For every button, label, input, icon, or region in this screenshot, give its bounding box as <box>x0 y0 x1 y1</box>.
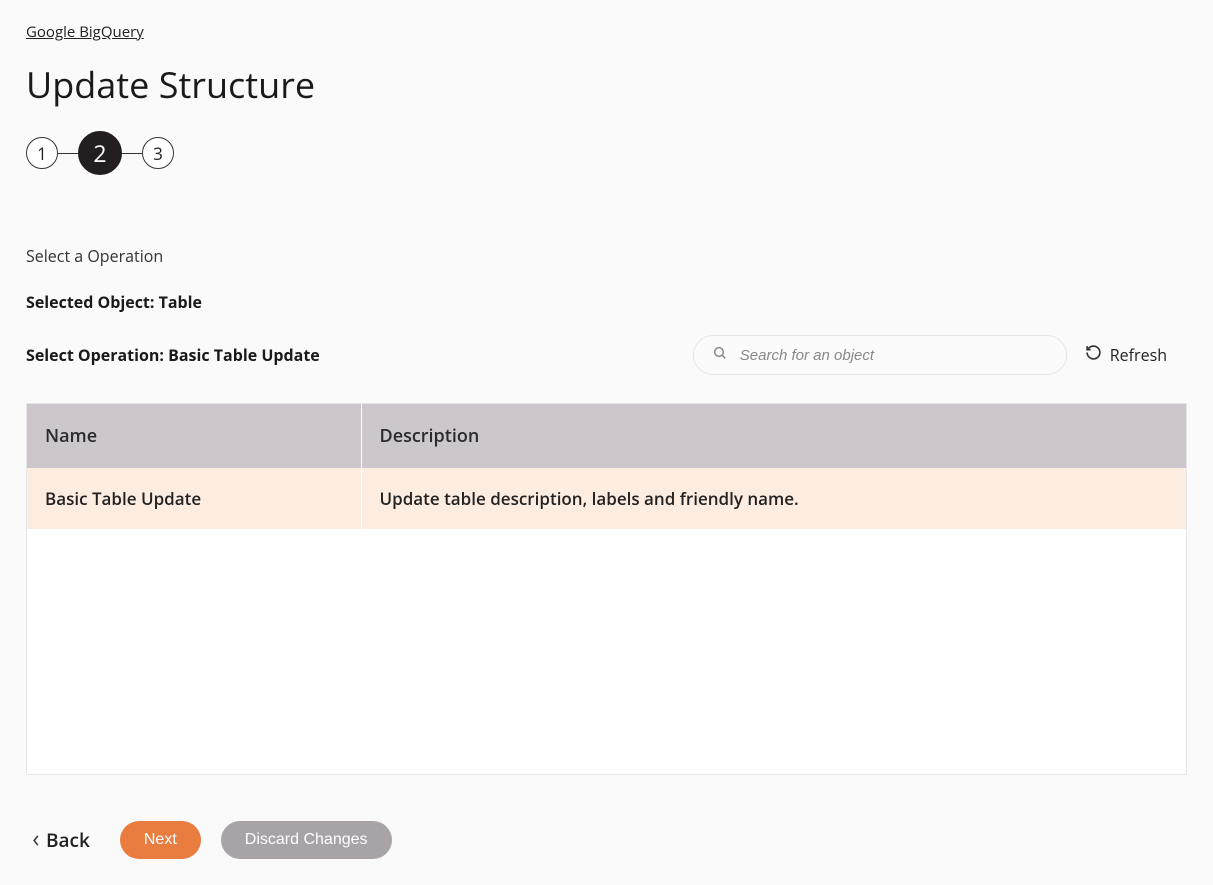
cell-name: Basic Table Update <box>27 468 361 530</box>
step-connector <box>58 153 78 154</box>
search-input[interactable] <box>740 347 1048 364</box>
page-title: Update Structure <box>26 60 1187 109</box>
chevron-left-icon <box>32 827 40 853</box>
back-label: Back <box>46 827 90 853</box>
step-1[interactable]: 1 <box>26 137 58 169</box>
breadcrumb-link[interactable]: Google BigQuery <box>26 22 144 42</box>
discard-changes-button[interactable]: Discard Changes <box>221 821 392 859</box>
back-button[interactable]: Back <box>32 827 90 853</box>
step-2-active[interactable]: 2 <box>78 131 122 175</box>
refresh-icon <box>1085 344 1102 366</box>
cell-description: Update table description, labels and fri… <box>361 468 1186 530</box>
section-heading: Select a Operation <box>26 245 1187 267</box>
refresh-label: Refresh <box>1110 344 1167 366</box>
operations-table: Name Description Basic Table Update Upda… <box>27 404 1186 530</box>
stepper: 1 2 3 <box>26 131 1187 175</box>
search-box[interactable] <box>693 335 1067 375</box>
step-connector <box>122 153 142 154</box>
table-row[interactable]: Basic Table Update Update table descript… <box>27 468 1186 530</box>
selected-object-label: Selected Object: Table <box>26 291 1187 313</box>
footer-actions: Back Next Discard Changes <box>26 821 1187 859</box>
next-button[interactable]: Next <box>120 821 201 859</box>
step-3[interactable]: 3 <box>142 137 174 169</box>
column-header-name: Name <box>27 404 361 468</box>
refresh-button[interactable]: Refresh <box>1085 344 1187 366</box>
column-header-description: Description <box>361 404 1186 468</box>
operations-table-container: Name Description Basic Table Update Upda… <box>26 403 1187 775</box>
select-operation-label: Select Operation: Basic Table Update <box>26 344 320 366</box>
search-icon <box>712 344 728 366</box>
